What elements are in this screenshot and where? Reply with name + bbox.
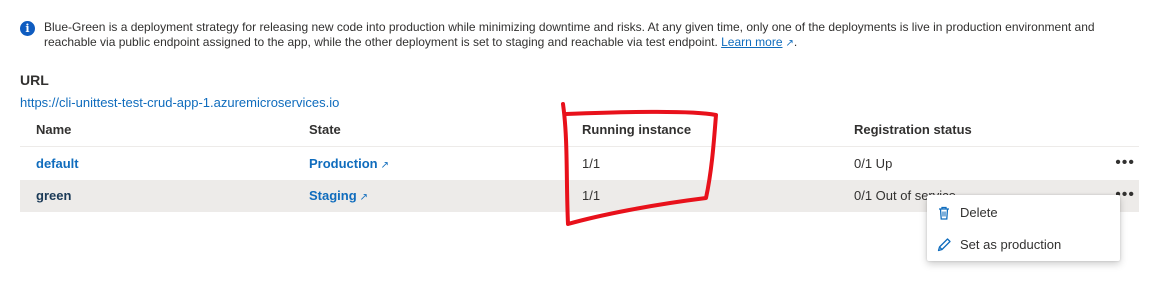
table-header: Name State Running instance Registration… [20, 114, 1139, 147]
trash-icon [939, 206, 949, 220]
column-header-name[interactable]: Name [36, 114, 71, 146]
app-url-link[interactable]: https://cli-unittest-test-crud-app-1.azu… [20, 95, 339, 110]
state-link[interactable]: Production [309, 156, 378, 171]
pencil-icon [937, 238, 951, 252]
deployment-name-link[interactable]: green [36, 180, 71, 212]
state-cell: Staging ↗ [309, 180, 368, 214]
running-instance-cell: 1/1 [582, 188, 601, 203]
learn-more-link[interactable]: Learn more [721, 35, 782, 49]
delete-label: Delete [960, 205, 998, 220]
state-cell: Production ↗ [309, 148, 389, 182]
column-header-running-instance[interactable]: Running instance [582, 114, 691, 146]
info-banner: i Blue-Green is a deployment strategy fo… [20, 20, 1130, 51]
running-instance-cell: 1/1 [582, 156, 601, 171]
column-header-registration-status[interactable]: Registration status [854, 114, 972, 146]
info-text: Blue-Green is a deployment strategy for … [44, 20, 1095, 49]
column-header-state[interactable]: State [309, 114, 341, 146]
info-icon: i [20, 21, 35, 36]
url-label: URL [20, 72, 49, 88]
set-as-production-label: Set as production [960, 237, 1062, 252]
external-link-icon: ↗ [380, 160, 389, 171]
state-link[interactable]: Staging [309, 188, 357, 203]
table-row[interactable]: default Production ↗ 1/1 0/1 Up ••• [20, 148, 1139, 181]
delete-menu-item[interactable]: Delete [927, 197, 1120, 229]
info-description: Blue-Green is a deployment strategy for … [44, 20, 1095, 49]
more-options-icon[interactable]: ••• [1115, 148, 1135, 178]
deployment-name-link[interactable]: default [36, 148, 79, 180]
set-as-production-menu-item[interactable]: Set as production [927, 229, 1120, 261]
registration-status-cell: 0/1 Up [854, 156, 893, 171]
external-link-icon: ↗ [359, 192, 369, 203]
context-menu: Delete Set as production [927, 195, 1120, 261]
external-link-icon: ↗ [785, 38, 794, 49]
